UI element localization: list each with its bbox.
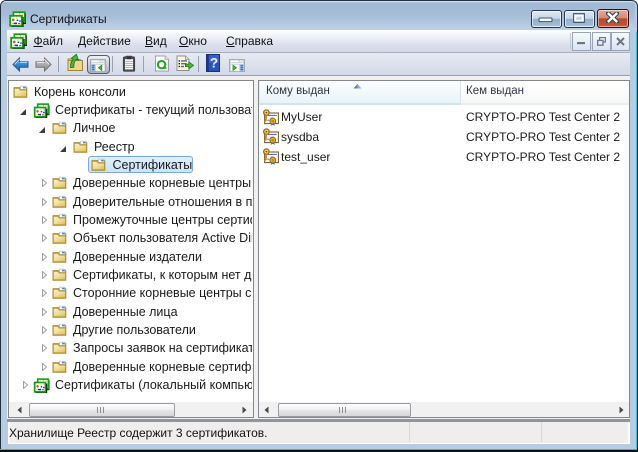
svg-text:?: ? (210, 56, 218, 71)
